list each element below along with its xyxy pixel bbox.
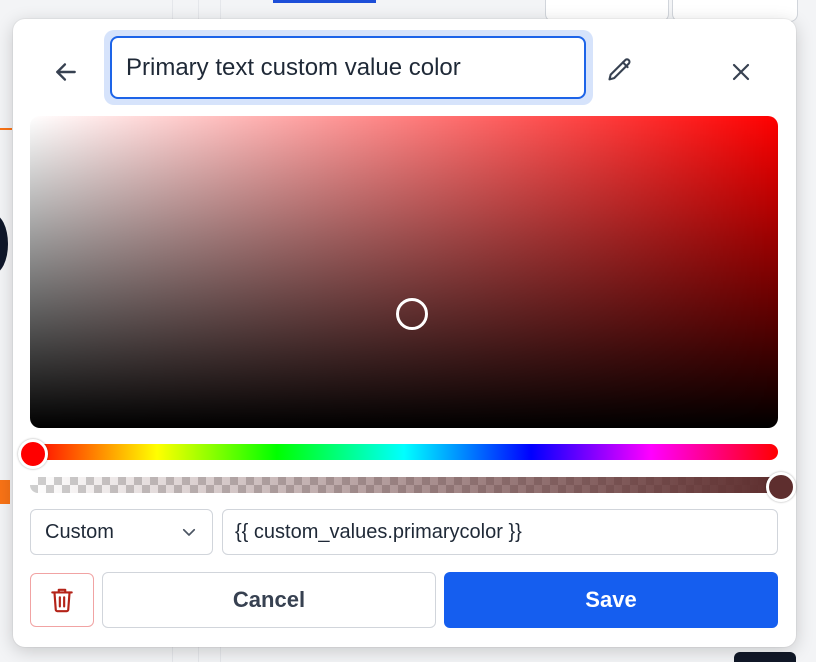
pencil-icon — [608, 58, 631, 81]
delete-button[interactable] — [30, 573, 94, 627]
alpha-slider[interactable] — [30, 472, 796, 502]
background-accent-line — [0, 128, 12, 130]
saturation-value-picker[interactable] — [30, 116, 778, 428]
close-button[interactable] — [724, 55, 758, 89]
back-button[interactable] — [49, 55, 83, 89]
background-active-tab-indicator — [273, 0, 376, 3]
close-icon — [732, 63, 750, 81]
save-button[interactable]: Save — [444, 572, 778, 628]
background-button — [734, 652, 796, 662]
cancel-button[interactable]: Cancel — [102, 572, 436, 628]
arrow-left-icon — [56, 63, 76, 81]
saturation-value-handle[interactable] — [396, 297, 429, 330]
color-name-input[interactable] — [110, 36, 586, 99]
edit-name-button[interactable] — [603, 53, 637, 87]
hue-slider-handle[interactable] — [18, 439, 48, 469]
trash-icon — [51, 588, 73, 613]
background-tag — [0, 480, 10, 504]
color-mode-select[interactable]: Custom — [30, 509, 213, 555]
hue-slider[interactable] — [18, 439, 778, 469]
custom-value-input[interactable] — [222, 509, 778, 555]
color-picker-popover: Custom Cancel Save — [13, 19, 796, 647]
alpha-gradient — [30, 477, 778, 493]
chevron-down-icon — [182, 528, 196, 536]
color-mode-label: Custom — [45, 520, 114, 543]
background-avatar — [0, 214, 8, 274]
